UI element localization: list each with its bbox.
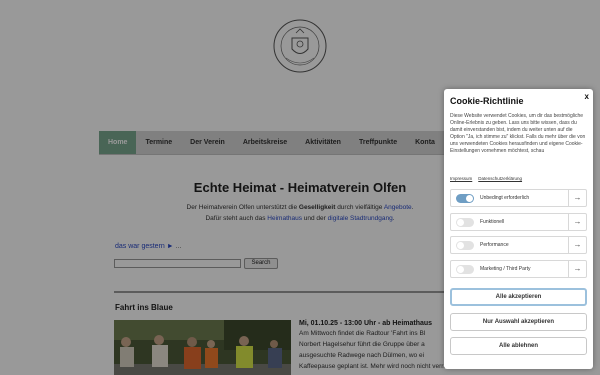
consent-row-necessary[interactable]: Unbedingt erforderlich →	[450, 189, 587, 207]
arrow-right-icon[interactable]: →	[568, 214, 586, 230]
consent-label: Performance	[480, 242, 509, 248]
consent-label: Marketing / Third Party	[480, 266, 531, 272]
cookie-dialog-text: Diese Website verwendet Cookies, um dir …	[450, 113, 586, 154]
cookie-dialog-links: Impressum Datenschutzerklärung	[450, 176, 528, 181]
accept-selected-button[interactable]: Nur Auswahl akzeptieren	[450, 313, 587, 331]
cookie-dialog-title: Cookie-Richtlinie	[450, 96, 524, 106]
toggle-switch[interactable]	[456, 218, 474, 227]
toggle-knob	[457, 219, 464, 226]
cookie-dialog: x Cookie-Richtlinie Diese Website verwen…	[444, 89, 593, 369]
arrow-right-icon[interactable]: →	[568, 237, 586, 253]
toggle-switch[interactable]	[456, 241, 474, 250]
toggle-switch[interactable]	[456, 194, 474, 203]
consent-row-performance[interactable]: Performance →	[450, 236, 587, 254]
toggle-knob	[457, 266, 464, 273]
arrow-right-icon[interactable]: →	[568, 261, 586, 277]
arrow-right-icon[interactable]: →	[568, 190, 586, 206]
consent-row-marketing[interactable]: Marketing / Third Party →	[450, 260, 587, 278]
consent-label: Unbedingt erforderlich	[480, 195, 530, 201]
reject-all-button[interactable]: Alle ablehnen	[450, 337, 587, 355]
impressum-link[interactable]: Impressum	[450, 176, 472, 181]
toggle-knob	[466, 195, 473, 202]
privacy-link[interactable]: Datenschutzerklärung	[478, 176, 522, 181]
toggle-knob	[457, 242, 464, 249]
close-button[interactable]: x	[585, 92, 589, 101]
toggle-switch[interactable]	[456, 265, 474, 274]
consent-label: Funktionell	[480, 219, 505, 225]
accept-all-button[interactable]: Alle akzeptieren	[450, 288, 587, 306]
consent-row-functional[interactable]: Funktionell →	[450, 213, 587, 231]
